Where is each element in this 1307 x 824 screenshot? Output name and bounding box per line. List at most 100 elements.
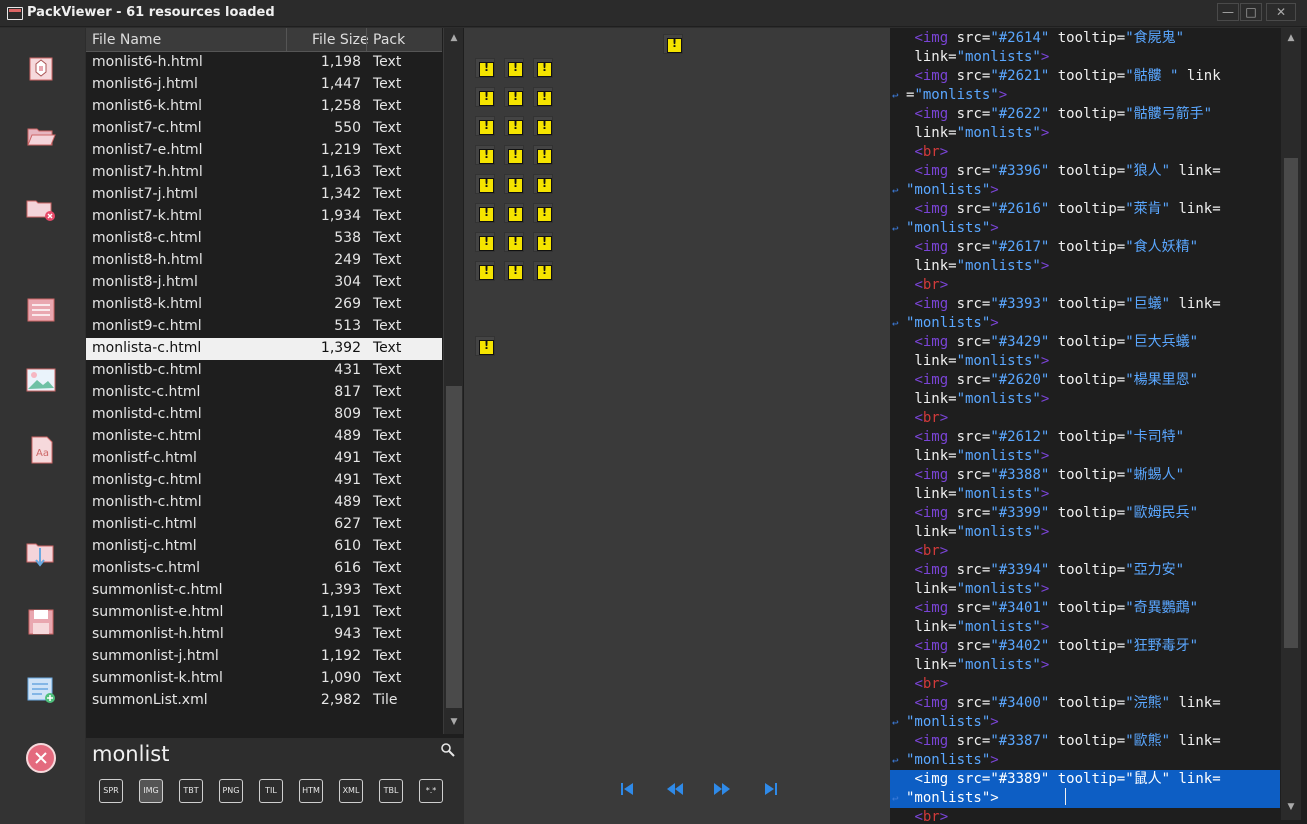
code-line[interactable]: <img src="#3401" tooltip="奇異鸚鵡" — [890, 599, 1280, 618]
filter-chip[interactable]: TBT — [179, 779, 203, 803]
code-line[interactable]: link="monlists"> — [890, 447, 1280, 466]
missing-image-icon[interactable] — [475, 336, 495, 356]
file-row[interactable]: monlist7-k.html 1,934 Text — [86, 206, 442, 228]
save-icon[interactable] — [25, 606, 57, 638]
scroll-up-icon[interactable]: ▲ — [447, 31, 461, 45]
missing-image-icon[interactable] — [533, 203, 553, 223]
file-row[interactable]: monlist8-k.html 269 Text — [86, 294, 442, 316]
code-line[interactable]: link="monlists"> — [890, 656, 1280, 675]
missing-image-icon[interactable] — [533, 261, 553, 281]
file-row[interactable]: monlist6-j.html 1,447 Text — [86, 74, 442, 96]
code-line[interactable]: link="monlists"> — [890, 257, 1280, 276]
code-line[interactable]: <img src="#2616" tooltip="萊肯" link= — [890, 200, 1280, 219]
font-icon[interactable]: Aa — [25, 434, 57, 466]
code-editor[interactable]: <img src="#2614" tooltip="食屍鬼" link="mon… — [890, 28, 1307, 824]
search-icon[interactable] — [440, 742, 456, 758]
missing-image-icon[interactable] — [475, 232, 495, 252]
filter-chip[interactable]: *.* — [419, 779, 443, 803]
previous-icon[interactable] — [666, 781, 684, 797]
code-line[interactable]: ↩ "monlists"> — [890, 751, 1280, 770]
code-line[interactable]: <br> — [890, 409, 1280, 428]
add-list-icon[interactable] — [25, 674, 57, 706]
file-row[interactable]: summonlist-j.html 1,192 Text — [86, 646, 442, 668]
filter-chip[interactable]: XML — [339, 779, 363, 803]
missing-image-icon[interactable] — [533, 116, 553, 136]
missing-image-icon[interactable] — [533, 145, 553, 165]
code-line[interactable]: <img src="#2614" tooltip="食屍鬼" — [890, 29, 1280, 48]
code-line[interactable]: <img src="#3388" tooltip="蜥蜴人" — [890, 466, 1280, 485]
code-line[interactable]: <br> — [890, 542, 1280, 561]
file-row[interactable]: monlist7-e.html 1,219 Text — [86, 140, 442, 162]
code-line[interactable]: ↩ "monlists"> — [890, 219, 1280, 238]
filter-chip[interactable]: TBL — [379, 779, 403, 803]
list-icon[interactable] — [25, 294, 57, 326]
file-row[interactable]: monlist7-h.html 1,163 Text — [86, 162, 442, 184]
missing-image-icon[interactable] — [475, 87, 495, 107]
file-row[interactable]: monlistg-c.html 491 Text — [86, 470, 442, 492]
missing-image-icon[interactable] — [533, 58, 553, 78]
export-folder-icon[interactable] — [25, 536, 57, 568]
missing-image-icon[interactable] — [504, 145, 524, 165]
missing-image-icon[interactable] — [475, 174, 495, 194]
code-scroll-down-icon[interactable]: ▼ — [1284, 800, 1298, 814]
missing-image-icon[interactable] — [533, 87, 553, 107]
file-row[interactable]: monlist6-k.html 1,258 Text — [86, 96, 442, 118]
missing-image-icon[interactable] — [475, 116, 495, 136]
missing-image-icon[interactable] — [533, 174, 553, 194]
missing-image-icon[interactable] — [504, 174, 524, 194]
search-input[interactable]: monlist — [92, 742, 169, 766]
file-row[interactable]: monlistd-c.html 809 Text — [86, 404, 442, 426]
code-line[interactable]: <img src="#3400" tooltip="浣熊" link= — [890, 694, 1280, 713]
code-line[interactable]: link="monlists"> — [890, 48, 1280, 67]
close-circle-icon[interactable] — [25, 742, 57, 774]
code-line[interactable]: <img src="#2617" tooltip="食人妖精" — [890, 238, 1280, 257]
code-line[interactable]: link="monlists"> — [890, 390, 1280, 409]
missing-image-icon[interactable] — [504, 116, 524, 136]
package-icon[interactable] — [25, 52, 57, 84]
code-line[interactable]: <br> — [890, 675, 1280, 694]
missing-image-icon[interactable] — [504, 203, 524, 223]
column-pack[interactable]: Pack — [373, 32, 405, 48]
code-line[interactable]: <img src="#3402" tooltip="狂野毒牙" — [890, 637, 1280, 656]
code-line[interactable]: <br> — [890, 276, 1280, 295]
code-line[interactable]: ↩ ="monlists"> — [890, 86, 1280, 105]
file-row[interactable]: monlist8-c.html 538 Text — [86, 228, 442, 250]
file-row[interactable]: monlist8-j.html 304 Text — [86, 272, 442, 294]
file-row[interactable]: summonlist-k.html 1,090 Text — [86, 668, 442, 690]
code-line[interactable]: <img src="#3399" tooltip="歐姆民兵" — [890, 504, 1280, 523]
code-line[interactable]: link="monlists"> — [890, 485, 1280, 504]
code-line[interactable]: link="monlists"> — [890, 618, 1280, 637]
code-line[interactable]: <img src="#2621" tooltip="骷髏 " link — [890, 67, 1280, 86]
missing-image-icon[interactable] — [663, 34, 683, 54]
code-line[interactable]: link="monlists"> — [890, 352, 1280, 371]
code-line[interactable]: <br> — [890, 143, 1280, 162]
code-scroll-up-icon[interactable]: ▲ — [1284, 31, 1298, 45]
next-icon[interactable] — [713, 781, 731, 797]
code-scrollbar[interactable]: ▲ ▼ — [1281, 28, 1301, 820]
file-row[interactable]: monlist8-h.html 249 Text — [86, 250, 442, 272]
code-line[interactable]: ↩ "monlists"> — [890, 314, 1280, 333]
file-row[interactable]: monlista-c.html 1,392 Text — [86, 338, 442, 360]
code-line[interactable]: <img src="#3396" tooltip="狼人" link= — [890, 162, 1280, 181]
file-row[interactable]: summonlist-h.html 943 Text — [86, 624, 442, 646]
code-line[interactable]: <img src="#3389" tooltip="鼠人" link= — [890, 770, 1280, 789]
filter-chip[interactable]: PNG — [219, 779, 243, 803]
scrollbar-thumb[interactable] — [446, 386, 462, 708]
code-line[interactable]: link="monlists"> — [890, 124, 1280, 143]
missing-image-icon[interactable] — [475, 261, 495, 281]
code-line[interactable]: link="monlists"> — [890, 523, 1280, 542]
scroll-down-icon[interactable]: ▼ — [447, 715, 461, 729]
file-row[interactable]: monlists-c.html 616 Text — [86, 558, 442, 580]
missing-image-icon[interactable] — [504, 58, 524, 78]
code-scrollbar-thumb[interactable] — [1284, 158, 1298, 648]
file-row[interactable]: monlist7-c.html 550 Text — [86, 118, 442, 140]
filter-chip[interactable]: SPR — [99, 779, 123, 803]
code-line[interactable]: <img src="#2620" tooltip="楊果里恩" — [890, 371, 1280, 390]
column-file-name[interactable]: File Name — [92, 32, 161, 48]
filter-chip[interactable]: IMG — [139, 779, 163, 803]
missing-image-icon[interactable] — [475, 203, 495, 223]
code-line[interactable]: <img src="#3394" tooltip="亞力安" — [890, 561, 1280, 580]
code-line[interactable]: <img src="#2622" tooltip="骷髏弓箭手" — [890, 105, 1280, 124]
code-line[interactable]: link="monlists"> — [890, 580, 1280, 599]
file-row[interactable]: monlistj-c.html 610 Text — [86, 536, 442, 558]
